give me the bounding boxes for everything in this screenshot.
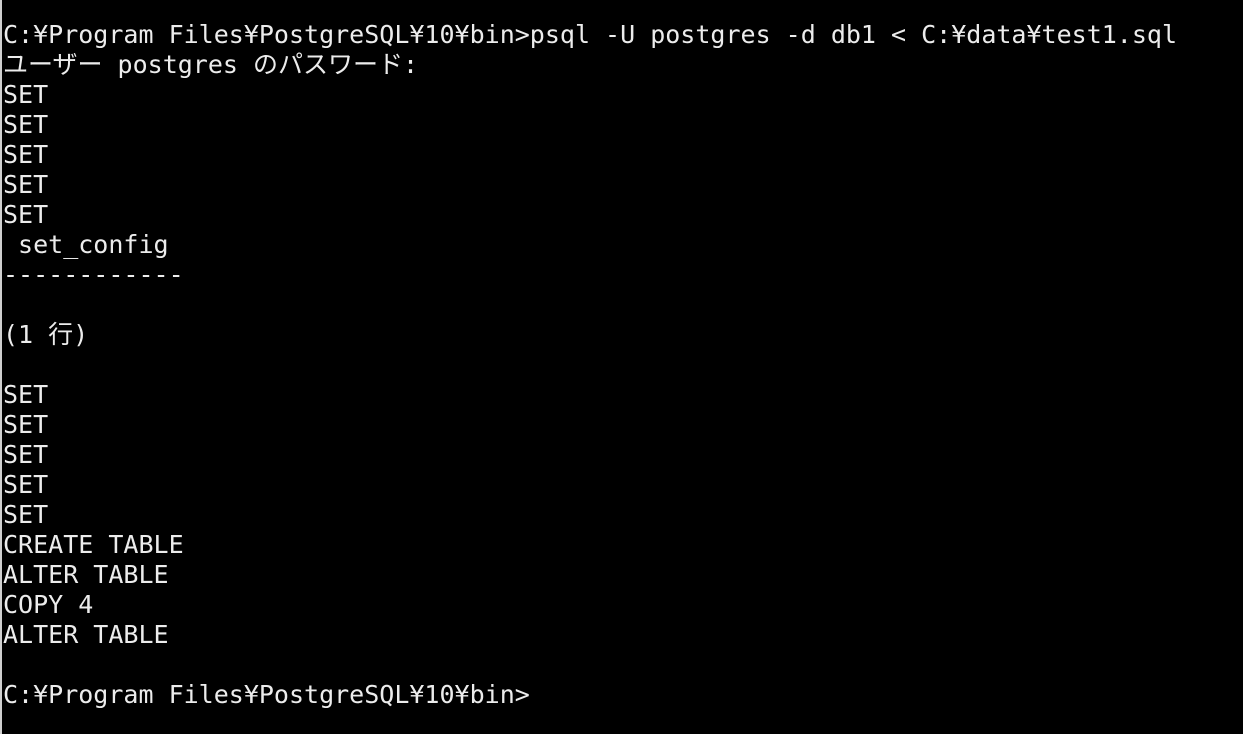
terminal-line: CREATE TABLE	[3, 530, 184, 559]
terminal-line: SET	[3, 470, 49, 499]
command-prompt-line: C:¥Program Files¥PostgreSQL¥10¥bin>	[3, 680, 530, 709]
terminal-line: set_config	[3, 230, 169, 259]
terminal-line: SET	[3, 140, 49, 169]
terminal-output[interactable]: C:¥Program Files¥PostgreSQL¥10¥bin>psql …	[3, 20, 1243, 710]
terminal-line: C:¥Program Files¥PostgreSQL¥10¥bin>psql …	[3, 20, 1177, 49]
window-left-border	[0, 0, 2, 734]
terminal-line: SET	[3, 80, 49, 109]
terminal-line: COPY 4	[3, 590, 94, 619]
terminal-line: SET	[3, 380, 49, 409]
terminal-line: SET	[3, 110, 49, 139]
terminal-line: ユーザー postgres のパスワード:	[3, 50, 419, 79]
terminal-line: ------------	[3, 260, 184, 289]
terminal-line: ALTER TABLE	[3, 560, 169, 589]
terminal-line: SET	[3, 410, 49, 439]
terminal-line: ALTER TABLE	[3, 620, 169, 649]
terminal-line: SET	[3, 200, 49, 229]
terminal-line: SET	[3, 170, 49, 199]
terminal-line: SET	[3, 500, 49, 529]
terminal-line: SET	[3, 440, 49, 469]
terminal-line: (1 行)	[3, 320, 89, 349]
